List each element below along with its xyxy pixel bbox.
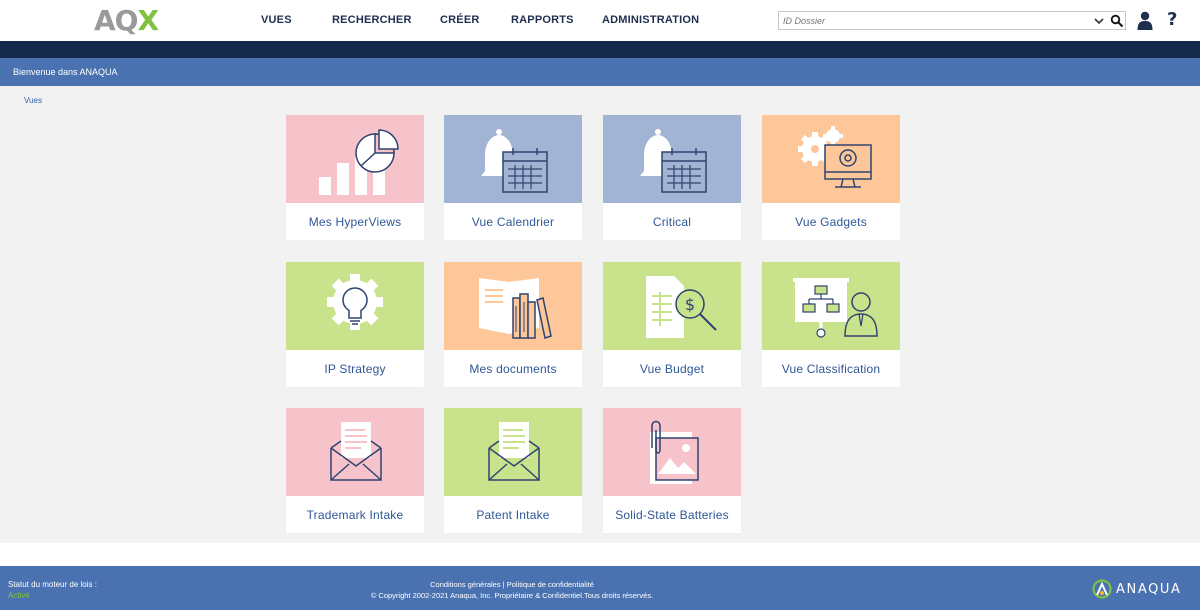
tile-art xyxy=(286,262,424,350)
tile-label: Critical xyxy=(652,214,692,229)
anaqua-brand: ANAQUA xyxy=(1092,579,1182,599)
link-separator: | xyxy=(502,580,505,589)
tile-mes-hyperviews[interactable]: Mes HyperViews xyxy=(286,115,424,240)
tile-vue-budget[interactable]: $ Vue Budget xyxy=(603,262,741,387)
tile-patent-intake[interactable]: Patent Intake xyxy=(444,408,582,533)
nav-band xyxy=(0,41,1200,58)
footer: Statut du moteur de lois : Activé Condit… xyxy=(0,566,1200,610)
gears-monitor-icon xyxy=(798,126,872,188)
bell-calendar-icon xyxy=(481,129,548,193)
nav-rapports[interactable]: RAPPORTS xyxy=(511,14,574,26)
content-bottom-strip xyxy=(0,543,1200,566)
tile-art xyxy=(286,408,424,496)
envelope-letter-icon xyxy=(330,422,382,481)
breadcrumb-vues[interactable]: Vues xyxy=(24,96,42,105)
tile-art xyxy=(444,408,582,496)
gear-bulb-icon xyxy=(327,274,383,330)
nav-administration[interactable]: ADMINISTRATION xyxy=(602,14,699,26)
brand-name: ANAQUA xyxy=(1116,581,1182,597)
anaqua-logo-icon xyxy=(1092,579,1112,599)
book-binders-icon xyxy=(479,278,552,339)
tile-label: Trademark Intake xyxy=(306,507,404,522)
user-icon[interactable] xyxy=(1137,11,1153,30)
tile-label: Vue Gadgets xyxy=(795,214,867,229)
welcome-text: Bienvenue dans ANAQUA xyxy=(13,67,118,77)
tile-art xyxy=(286,115,424,203)
tile-art xyxy=(762,262,900,350)
budget-search-icon: $ xyxy=(646,276,717,338)
footer-links: Conditions générales | Politique de conf… xyxy=(0,580,1024,589)
tile-solid-state-batteries[interactable]: Solid-State Batteries xyxy=(603,408,741,533)
classification-board-icon xyxy=(793,278,878,338)
tile-art xyxy=(444,115,582,203)
tile-art xyxy=(603,115,741,203)
tile-trademark-intake[interactable]: Trademark Intake xyxy=(286,408,424,533)
tile-label: Mes documents xyxy=(469,361,557,376)
chart-pie-icon xyxy=(319,129,399,195)
tile-art xyxy=(603,408,741,496)
tile-art xyxy=(444,262,582,350)
privacy-link[interactable]: Politique de confidentialité xyxy=(507,580,594,589)
tile-label: Vue Budget xyxy=(639,361,705,376)
envelope-letter-icon xyxy=(488,422,540,481)
nav-creer[interactable]: CRÉER xyxy=(440,14,480,26)
search-icon[interactable] xyxy=(1110,14,1124,28)
logo-letter-x: X xyxy=(137,3,159,37)
top-bar: AQX VUES RECHERCHER CRÉER RAPPORTS ADMIN… xyxy=(0,0,1200,41)
tile-vue-calendrier[interactable]: Vue Calendrier xyxy=(444,115,582,240)
chevron-down-icon[interactable] xyxy=(1093,14,1105,28)
tile-art xyxy=(762,115,900,203)
tile-label: Patent Intake xyxy=(476,507,550,522)
tile-label: Vue Classification xyxy=(781,361,881,376)
svg-text:$: $ xyxy=(685,295,695,314)
help-icon[interactable]: ? xyxy=(1167,9,1177,30)
welcome-bar: Bienvenue dans ANAQUA xyxy=(0,58,1200,86)
tile-art: $ xyxy=(603,262,741,350)
nav-vues[interactable]: VUES xyxy=(261,14,292,26)
tile-label: Vue Calendrier xyxy=(471,214,555,229)
tile-vue-classification[interactable]: Vue Classification xyxy=(762,262,900,387)
terms-link[interactable]: Conditions générales xyxy=(430,580,500,589)
bell-calendar-icon xyxy=(640,129,707,193)
nav-rechercher[interactable]: RECHERCHER xyxy=(332,14,412,26)
logo-letter-q: Q xyxy=(114,3,139,37)
tile-mes-documents[interactable]: Mes documents xyxy=(444,262,582,387)
tile-label: IP Strategy xyxy=(324,361,386,376)
tile-label: Solid-State Batteries xyxy=(615,507,729,522)
aqx-logo[interactable]: AQX xyxy=(94,3,159,37)
dossier-search-input[interactable] xyxy=(779,12,1089,29)
image-clip-icon xyxy=(650,420,699,484)
tile-ip-strategy[interactable]: IP Strategy xyxy=(286,262,424,387)
tile-critical[interactable]: Critical xyxy=(603,115,741,240)
copyright-text: © Copyright 2002-2021 Anaqua, Inc. Propr… xyxy=(370,591,654,600)
tile-vue-gadgets[interactable]: Vue Gadgets xyxy=(762,115,900,240)
logo-letter-a: A xyxy=(94,3,116,37)
dossier-search xyxy=(778,11,1126,30)
tile-label: Mes HyperViews xyxy=(308,214,402,229)
